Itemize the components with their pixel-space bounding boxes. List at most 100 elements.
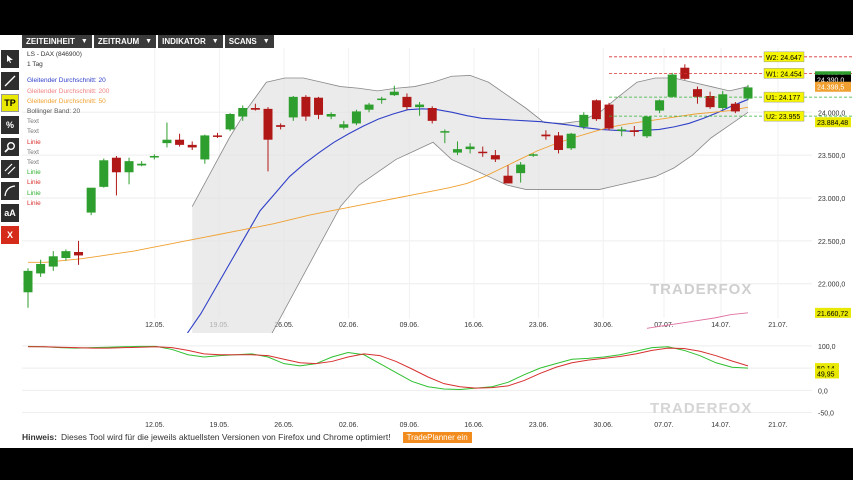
candle-body — [427, 108, 437, 121]
legend-item[interactable]: Gleitender Durchschnitt: 20 — [27, 76, 109, 86]
menu-label: ZEITRAUM — [97, 37, 140, 46]
legend-item[interactable]: Linie — [27, 178, 109, 188]
osc-x-tick-label: 12.05. — [145, 422, 165, 429]
candle-body — [364, 104, 374, 110]
legend-item[interactable]: Linie — [27, 189, 109, 199]
candle-body — [326, 114, 336, 117]
candle-body — [692, 89, 702, 97]
osc-x-tick-label: 23.06. — [529, 422, 549, 429]
x-tick-label: 16.06. — [464, 322, 484, 329]
legend-item[interactable]: Text — [27, 117, 109, 127]
menu-zeiteinheit[interactable]: ZEITEINHEIT ▼ — [22, 35, 92, 48]
candle-body — [301, 96, 311, 117]
legend-item[interactable]: Text — [27, 148, 109, 158]
candle-body — [604, 104, 614, 129]
cursor-tool[interactable] — [1, 50, 19, 68]
candle-body — [276, 125, 286, 127]
price-badge-text: 23.884,48 — [817, 120, 848, 127]
candle-body — [175, 139, 185, 145]
candle-body — [478, 151, 488, 154]
legend-interval: 1 Tag — [27, 61, 43, 69]
candle-body — [149, 156, 159, 158]
pivot-label: U1: 24.177 — [766, 95, 800, 102]
osc-x-tick-label: 30.06. — [593, 422, 613, 429]
candle-body — [61, 251, 71, 258]
osc-x-tick-label: 21.07. — [768, 422, 788, 429]
curve-tool[interactable] — [1, 182, 19, 200]
x-tick-label: 14.07. — [711, 322, 731, 329]
menu-label: ZEITEINHEIT — [26, 37, 75, 46]
candle-body — [667, 74, 677, 97]
legend-item[interactable]: Text — [27, 158, 109, 168]
x-tick-label: 30.06. — [593, 322, 613, 329]
chart-app: ZEITEINHEIT ▼ ZEITRAUM ▼ INDIKATOR ▼ SCANS ▼… — [0, 35, 853, 448]
legend-item[interactable]: Text — [27, 127, 109, 137]
delete-icon: X — [6, 230, 13, 240]
candle-body — [629, 130, 639, 132]
candle-body — [566, 133, 576, 149]
magnifier-icon — [4, 142, 15, 153]
legend-item[interactable]: Linie — [27, 138, 109, 148]
y-tick-label: 22.500,0 — [818, 239, 845, 246]
candle-body — [263, 108, 273, 140]
osc-x-tick-label: 26.05. — [274, 422, 294, 429]
candle-body — [541, 134, 551, 137]
percent-tool[interactable]: % — [1, 116, 19, 134]
text-icon: aA — [4, 208, 16, 218]
menu-label: SCANS — [228, 37, 257, 46]
osc-y-tick-label: -50,0 — [818, 411, 834, 418]
traderfox-watermark: TRADERFOX — [650, 281, 752, 298]
candle-body — [288, 96, 298, 118]
legend-item[interactable]: Linie — [27, 168, 109, 178]
osc-line-red — [28, 346, 749, 389]
footer-bar: Hinweis: Dieses Tool wird für die jeweil… — [22, 430, 842, 444]
tradeplanner-button[interactable]: TradePlanner ein — [402, 431, 472, 443]
oscillator-chart[interactable]: 100,050,00,0-50,012.05.19.05.26.05.02.06… — [22, 337, 853, 429]
menu-indikator[interactable]: INDIKATOR ▼ — [158, 35, 223, 48]
menu-scans[interactable]: SCANS ▼ — [224, 35, 274, 48]
candle-body — [187, 144, 197, 148]
y-tick-label: 23.000,0 — [818, 196, 845, 203]
menu-label: INDIKATOR — [162, 37, 206, 46]
candle-body — [200, 135, 210, 160]
price-badge-text: 24.398,5 — [817, 85, 844, 92]
legend-item[interactable]: Linie — [27, 199, 109, 209]
price-chart[interactable]: 22.000,022.500,023.000,023.500,024.000,0… — [22, 48, 853, 333]
text-tool[interactable]: aA — [1, 204, 19, 222]
candle-body — [162, 139, 172, 144]
candle-body — [415, 104, 425, 108]
delete-tool[interactable]: X — [1, 226, 19, 244]
x-tick-label: 09.06. — [400, 322, 420, 329]
channel-tool[interactable] — [1, 160, 19, 178]
tool-label: TP — [4, 98, 16, 108]
menu-zeitraum[interactable]: ZEITRAUM ▼ — [93, 35, 157, 48]
pivot-label: W2: 24.647 — [766, 55, 802, 62]
x-tick-label: 12.05. — [145, 322, 165, 329]
y-tick-label: 22.000,0 — [818, 282, 845, 289]
traderfox-watermark: TRADERFOX — [650, 400, 752, 417]
chart-legend: LS - DAX (846900) 1 Tag Gleitender Durch… — [27, 50, 109, 209]
legend-item[interactable]: Gleitender Durchschnitt: 200 — [27, 87, 109, 97]
triangle-down-icon: ▼ — [262, 38, 270, 45]
price-badge-text: 21.660,72 — [817, 311, 848, 318]
zoom-tool[interactable] — [1, 138, 19, 156]
candle-body — [730, 103, 740, 112]
legend-item[interactable]: Gleitender Durchschnitt: 50 — [27, 97, 109, 107]
curve-icon — [4, 185, 16, 197]
candle-body — [314, 97, 324, 115]
candle-body — [225, 114, 235, 130]
ma200-line — [646, 312, 749, 329]
line-tool[interactable] — [1, 72, 19, 90]
osc-x-tick-label: 16.06. — [464, 422, 484, 429]
x-tick-label: 21.07. — [768, 322, 788, 329]
candle-body — [111, 157, 121, 173]
drawing-tools-sidebar: TP % aA X — [0, 48, 20, 248]
candle-body — [23, 270, 33, 293]
tradeplanner-tool[interactable]: TP — [1, 94, 19, 112]
arrow-pointer-icon — [7, 55, 13, 63]
legend-title: LS - DAX (846900) — [27, 51, 82, 58]
osc-x-tick-label: 19.05. — [210, 422, 230, 429]
candle-body — [579, 114, 589, 127]
candle-body — [490, 155, 500, 160]
legend-item[interactable]: Bollinger Band: 20 — [27, 107, 109, 117]
